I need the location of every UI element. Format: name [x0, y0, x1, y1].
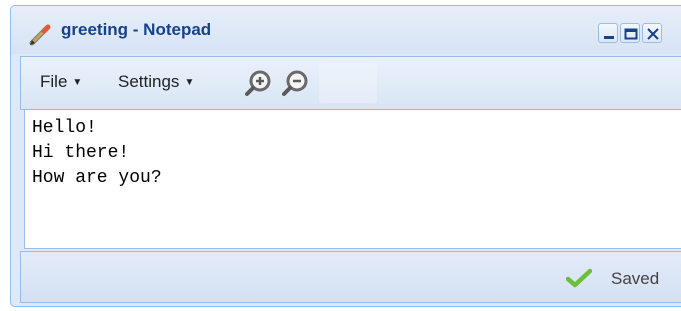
caret-down-icon: ▼: [72, 77, 83, 88]
close-button[interactable]: [642, 23, 662, 43]
settings-menu-label: Settings: [118, 72, 180, 91]
checkmark-icon: [566, 268, 592, 288]
minimize-icon: [604, 36, 614, 39]
settings-menu[interactable]: Settings ▼: [118, 72, 194, 92]
maximize-button[interactable]: [620, 23, 640, 43]
notepad-window: greeting - Notepad File ▼ Settings ▼ Hel…: [10, 5, 681, 307]
close-icon: [647, 28, 659, 40]
minimize-button[interactable]: [598, 23, 618, 43]
text-editor[interactable]: Hello! Hi there! How are you?: [24, 109, 681, 249]
pencil-icon: [29, 24, 51, 46]
toolbar: File ▼ Settings ▼: [20, 56, 681, 110]
save-status: Saved: [611, 269, 660, 288]
zoom-out-icon[interactable]: [280, 69, 310, 99]
file-menu[interactable]: File ▼: [40, 72, 82, 92]
caret-down-icon: ▼: [184, 77, 195, 88]
status-bar: Saved: [20, 251, 681, 303]
zoom-in-icon[interactable]: [243, 69, 273, 99]
toolbar-spacer: [319, 63, 377, 103]
maximize-icon: [624, 28, 638, 40]
title-bar[interactable]: greeting - Notepad: [11, 6, 681, 54]
file-menu-label: File: [40, 72, 68, 91]
window-title: greeting - Notepad: [61, 20, 212, 39]
